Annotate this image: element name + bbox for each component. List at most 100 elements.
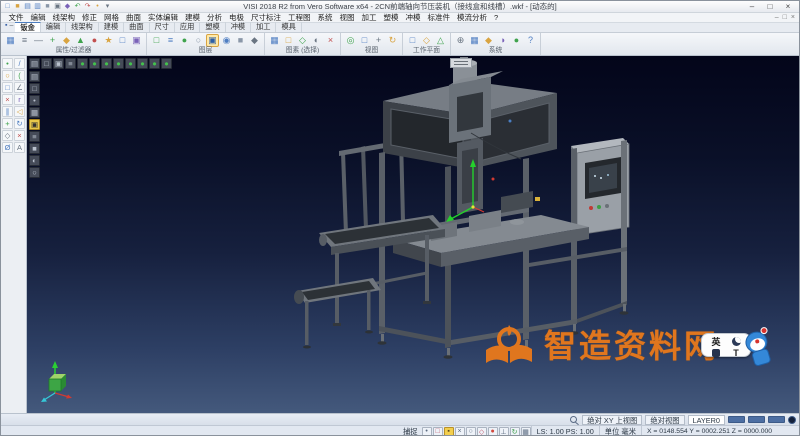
units-icon[interactable]: ◆ xyxy=(482,34,495,47)
close-button[interactable]: × xyxy=(782,2,794,12)
display-list-icon[interactable]: ≡ xyxy=(65,58,76,69)
shading-mode-icon[interactable]: ▤ xyxy=(29,58,40,69)
snap-point-icon[interactable]: • xyxy=(29,95,40,106)
viewport-canvas[interactable]: ▤□▣≡●●●●●●●● ▤□•▦▣≡■◐○ 智造资料网 英 xyxy=(27,56,799,413)
invert-select-icon[interactable]: ◐ xyxy=(310,34,323,47)
doc-restore-button[interactable]: □ xyxy=(783,14,787,21)
wireframe-mode-icon[interactable]: □ xyxy=(41,58,52,69)
dynamic-pan-icon[interactable]: ● xyxy=(77,58,88,69)
view-indicator[interactable]: 绝对视图 xyxy=(645,415,684,425)
menu-item-15[interactable]: 加工 xyxy=(358,12,380,23)
rotate-view-icon[interactable]: ↻ xyxy=(386,34,399,47)
workbar-tab[interactable]: 塑模 xyxy=(200,22,225,32)
line-icon[interactable]: / xyxy=(14,58,25,69)
menu-item-16[interactable]: 塑模 xyxy=(380,12,402,23)
fillet-icon[interactable]: r xyxy=(14,94,25,105)
endpoint-snap-icon[interactable]: □ xyxy=(433,427,443,436)
workbar-tab[interactable]: 建模 xyxy=(99,22,124,32)
quadrant-snap-icon[interactable]: ◇ xyxy=(477,427,487,436)
floating-mini-window[interactable] xyxy=(450,58,472,68)
delete-icon[interactable]: × xyxy=(14,130,25,141)
ime-language-toggle[interactable]: 英 xyxy=(711,335,720,348)
measure-icon[interactable]: Ø xyxy=(2,142,13,153)
dynamic-zoom-icon[interactable]: ● xyxy=(89,58,100,69)
workbar-tab[interactable]: 线架构 xyxy=(66,22,99,32)
active-layer-indicator[interactable]: LAYER0 xyxy=(688,415,725,425)
new-layer-icon[interactable]: □ xyxy=(150,34,163,47)
coordinate-input-icon[interactable]: ≡ xyxy=(29,131,40,142)
workbar-tab[interactable]: 编辑 xyxy=(41,22,66,32)
copy-icon[interactable]: ▣ xyxy=(53,2,62,11)
line-width-icon[interactable]: — xyxy=(32,34,45,47)
workbar-tab[interactable]: 应用 xyxy=(175,22,200,32)
select-element-icon[interactable]: ▤ xyxy=(29,71,40,82)
deselect-icon[interactable]: × xyxy=(324,34,337,47)
minimize-button[interactable]: – xyxy=(746,2,758,12)
midpoint-snap-icon[interactable]: ▪ xyxy=(444,427,454,436)
move-to-layer-icon[interactable]: ▣ xyxy=(206,34,219,47)
workbar-minimize-icon[interactable]: – xyxy=(9,14,13,32)
grid-icon[interactable]: ▦ xyxy=(468,34,481,47)
doc-close-button[interactable]: × xyxy=(791,14,795,21)
help-icon[interactable]: ? xyxy=(524,34,537,47)
text-icon[interactable]: A xyxy=(14,142,25,153)
save-icon[interactable]: ▤ xyxy=(23,2,32,11)
hidden-line-mode-icon[interactable]: ▣ xyxy=(53,58,64,69)
workplane-xy-icon[interactable]: □ xyxy=(406,34,419,47)
point-style-icon[interactable]: + xyxy=(46,34,59,47)
pan-icon[interactable]: + xyxy=(372,34,385,47)
mask-wireframe-icon[interactable]: ○ xyxy=(29,167,40,178)
menu-item-19[interactable]: 模流分析 xyxy=(454,12,491,23)
scale-icon[interactable]: ◇ xyxy=(2,130,13,141)
workbar-tab[interactable]: 钣金 xyxy=(15,22,40,32)
workplane-3point-icon[interactable]: △ xyxy=(434,34,447,47)
tangent-snap-icon[interactable]: ● xyxy=(488,427,498,436)
menu-item-18[interactable]: 标准件 xyxy=(424,12,454,23)
highlight-icon[interactable]: ★ xyxy=(102,34,115,47)
render-mode-icon[interactable]: ◑ xyxy=(496,34,509,47)
workbar-tab[interactable]: 尺寸 xyxy=(150,22,175,32)
layer-on-icon[interactable]: ● xyxy=(178,34,191,47)
select-all-icon[interactable]: ▦ xyxy=(268,34,281,47)
layer-list-icon[interactable]: ≡ xyxy=(164,34,177,47)
selection-filter-icon[interactable]: ▲ xyxy=(74,34,87,47)
mask-icon[interactable]: □ xyxy=(116,34,129,47)
pin-icon[interactable]: • xyxy=(93,2,102,11)
box-select-icon[interactable]: □ xyxy=(282,34,295,47)
mask-surfaces-icon[interactable]: ◐ xyxy=(29,155,40,166)
zoom-fit-icon[interactable]: ◎ xyxy=(344,34,357,47)
color-attribute-icon[interactable]: ▦ xyxy=(4,34,17,47)
redo-icon[interactable]: ↷ xyxy=(83,2,92,11)
point-icon[interactable]: • xyxy=(2,58,13,69)
redraw-icon[interactable]: ● xyxy=(161,58,172,69)
grid-snap-icon[interactable]: ▦ xyxy=(521,427,531,436)
point-snap-icon[interactable]: • xyxy=(422,427,432,436)
move-icon[interactable]: + xyxy=(2,118,13,129)
polyline-icon[interactable]: ∠ xyxy=(14,82,25,93)
line-style-icon[interactable]: ≡ xyxy=(18,34,31,47)
arc-icon[interactable]: ( xyxy=(14,70,25,81)
open-file-icon[interactable]: ■ xyxy=(13,2,22,11)
workplane-align-icon[interactable]: ◇ xyxy=(420,34,433,47)
previous-view-icon[interactable]: ● xyxy=(137,58,148,69)
print-icon[interactable]: ■ xyxy=(43,2,52,11)
circle-icon[interactable]: ○ xyxy=(2,70,13,81)
center-snap-icon[interactable]: ○ xyxy=(466,427,476,436)
ime-punct-icon[interactable] xyxy=(712,349,720,357)
settings-icon[interactable]: ⊕ xyxy=(454,34,467,47)
workplane-indicator[interactable]: 绝对 XY 上视图 xyxy=(582,415,642,425)
rectangle-icon[interactable]: □ xyxy=(2,82,13,93)
info-icon[interactable]: ● xyxy=(510,34,523,47)
mask-solids-icon[interactable]: ■ xyxy=(29,143,40,154)
quick-select-icon[interactable]: ● xyxy=(88,34,101,47)
trim-icon[interactable]: × xyxy=(2,94,13,105)
menu-item-20[interactable]: ? xyxy=(491,13,502,22)
zoom-window-icon[interactable]: □ xyxy=(358,34,371,47)
workbar-tab[interactable]: 加工 xyxy=(251,22,276,32)
workbar-tab[interactable]: 模具 xyxy=(276,22,301,32)
layer-settings-icon[interactable]: ◆ xyxy=(248,34,261,47)
workbar-handle-icon[interactable]: ▪ xyxy=(5,14,7,32)
element-filter-icon[interactable]: ◆ xyxy=(60,34,73,47)
layer-off-icon[interactable]: ○ xyxy=(192,34,205,47)
menu-item-13[interactable]: 系统 xyxy=(314,12,336,23)
